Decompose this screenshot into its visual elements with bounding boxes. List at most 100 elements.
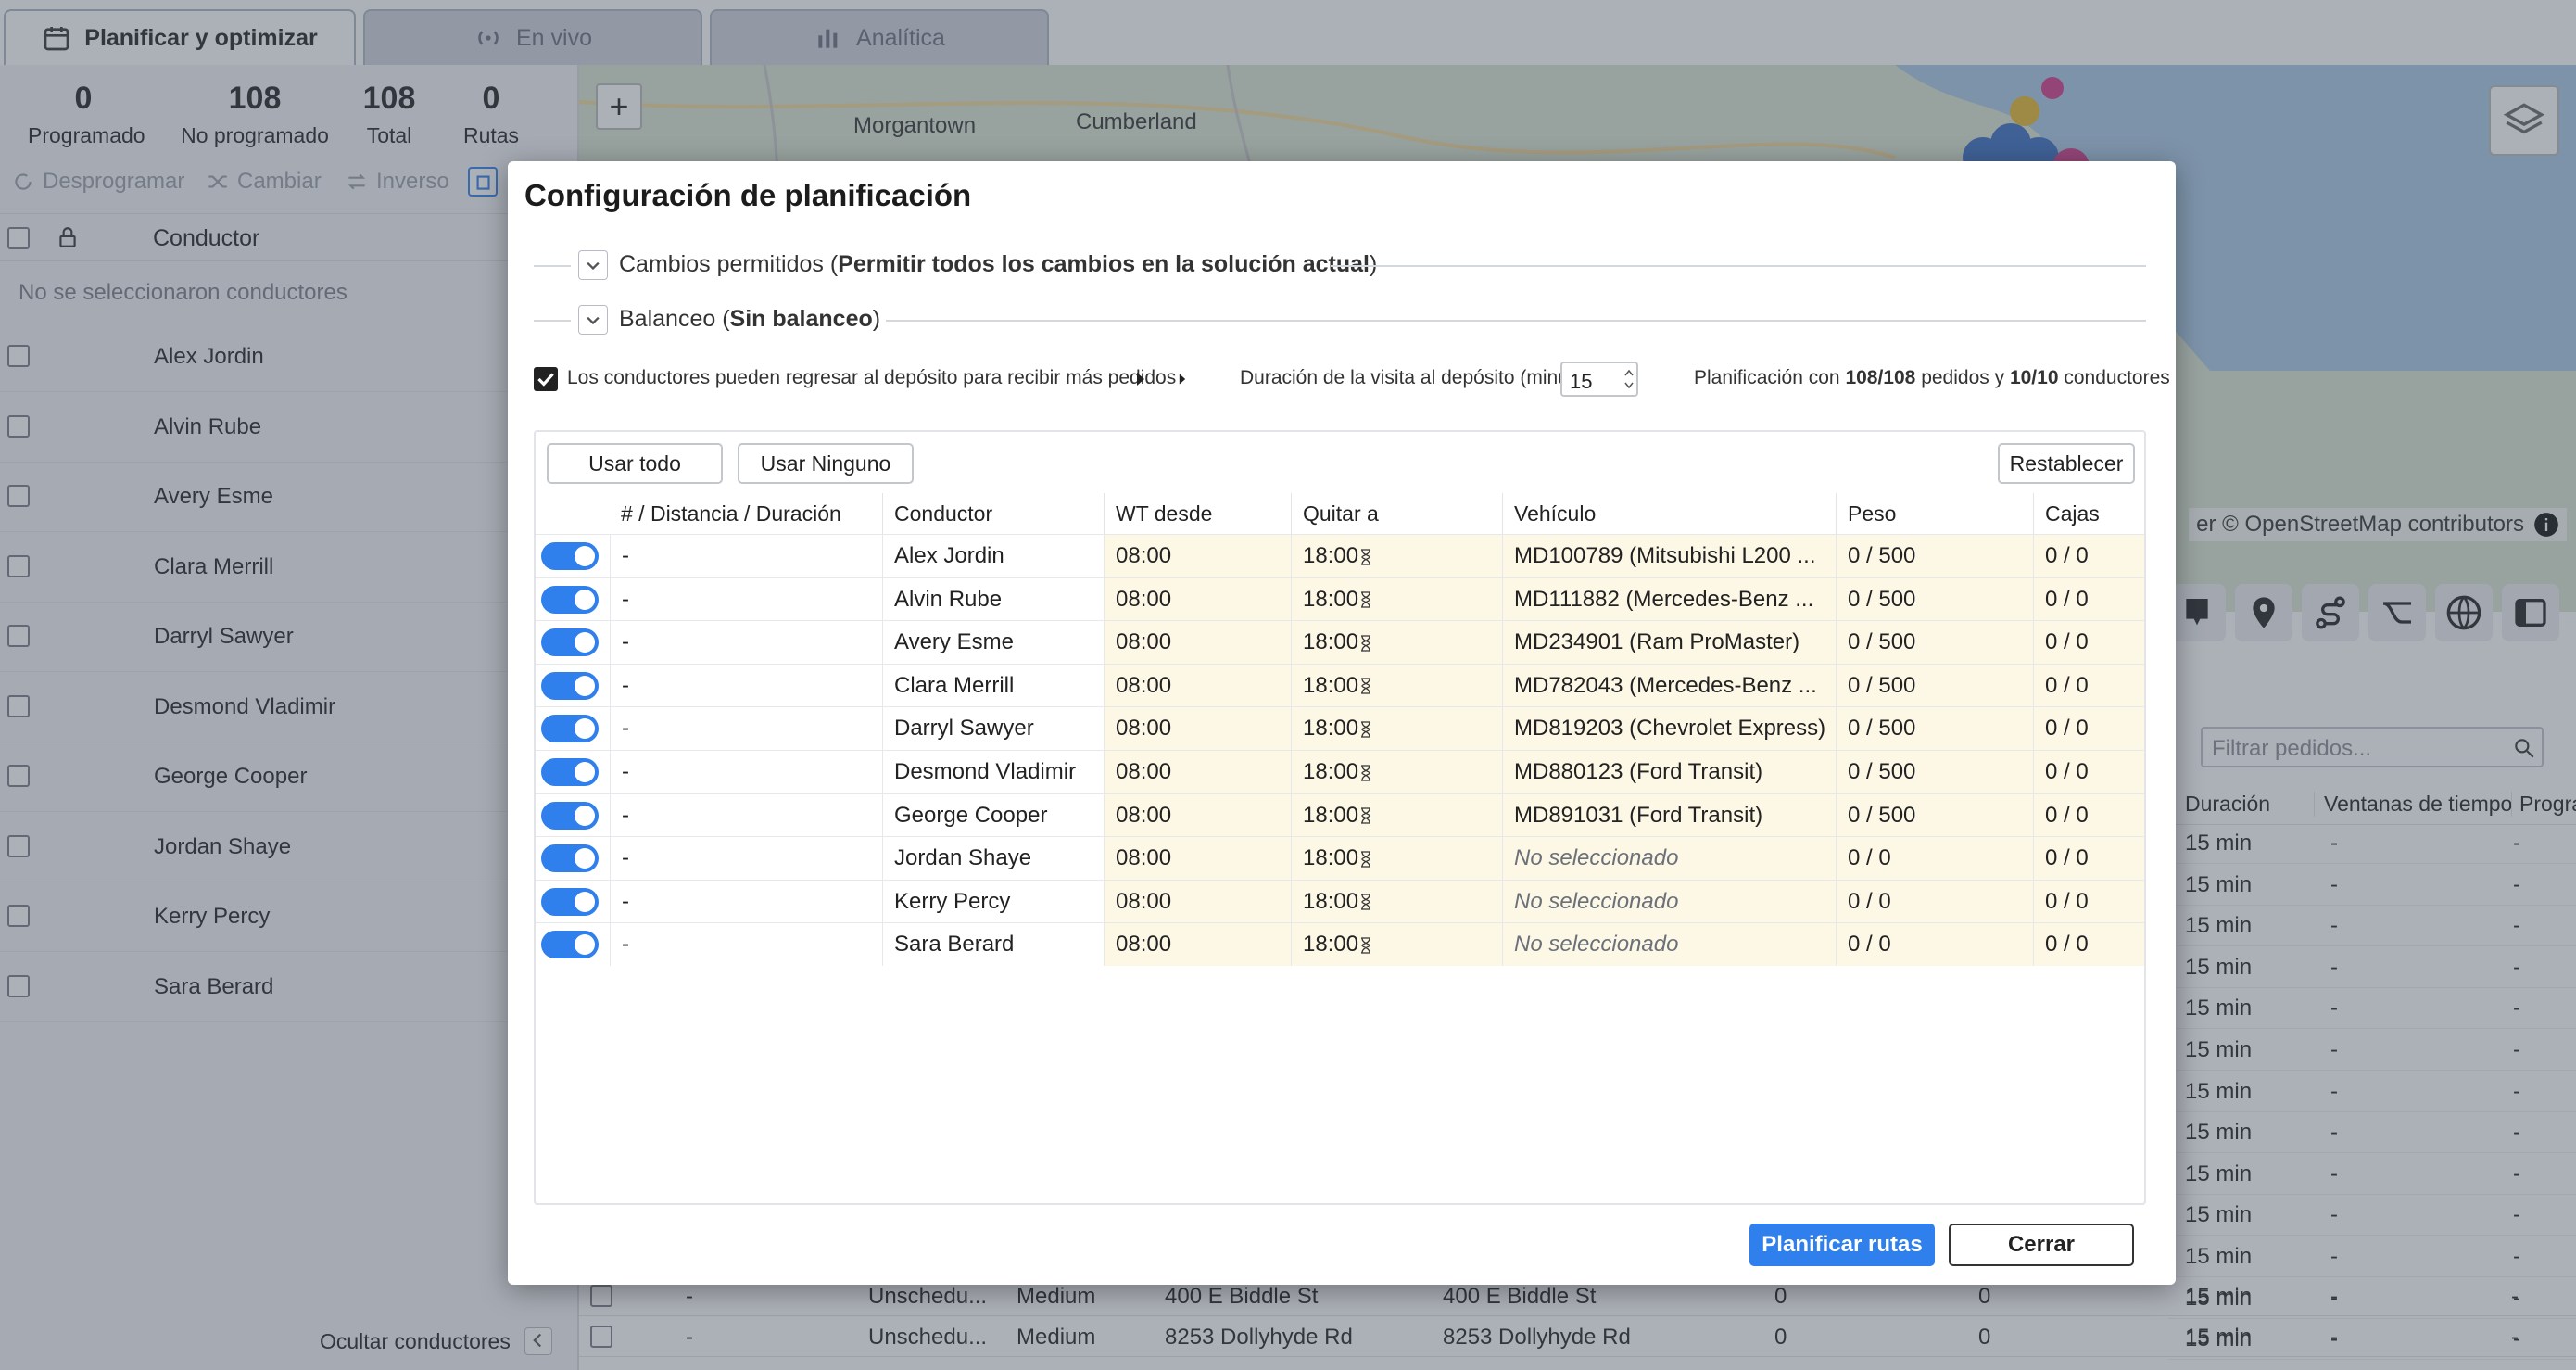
- cell-boxes: 0 / 0: [2033, 535, 2144, 577]
- cell-num: -: [610, 751, 882, 793]
- cell-from[interactable]: 08:00: [1104, 880, 1291, 923]
- plan-routes-button[interactable]: Planificar rutas: [1749, 1224, 1935, 1266]
- cell-from[interactable]: 08:00: [1104, 664, 1291, 707]
- driver-toggle[interactable]: [541, 801, 599, 830]
- cell-from[interactable]: 08:00: [1104, 923, 1291, 967]
- driver-toggle[interactable]: [541, 758, 599, 786]
- cell-vehicle[interactable]: MD111882 (Mercedes-Benz ...: [1502, 577, 1836, 621]
- close-button[interactable]: Cerrar: [1949, 1224, 2134, 1266]
- use-none-button[interactable]: Usar Ninguno: [738, 443, 914, 484]
- table-row[interactable]: - George Cooper 08:00 18:00 MD891031 (Ford T…: [536, 793, 2144, 837]
- divider: [1331, 265, 2146, 267]
- hourglass-icon[interactable]: [1360, 591, 1371, 608]
- cell-vehicle[interactable]: MD891031 (Ford Transit): [1502, 793, 1836, 837]
- hourglass-icon[interactable]: [1360, 765, 1371, 781]
- cell-driver: Clara Merrill: [882, 664, 1104, 707]
- allowed-changes-section[interactable]: Cambios permitidos (Permitir todos los c…: [534, 247, 2146, 284]
- driver-toggle[interactable]: [541, 931, 599, 959]
- depot-return-checkbox[interactable]: [534, 367, 558, 391]
- caret-right-icon[interactable]: [1136, 371, 1145, 387]
- depot-return-label: Los conductores pueden regresar al depós…: [567, 367, 1177, 388]
- cell-to[interactable]: 18:00: [1291, 621, 1502, 665]
- hourglass-icon[interactable]: [1360, 851, 1371, 868]
- hourglass-icon[interactable]: [1360, 678, 1371, 695]
- cell-vehicle[interactable]: MD880123 (Ford Transit): [1502, 751, 1836, 793]
- cell-from[interactable]: 08:00: [1104, 707, 1291, 751]
- cell-driver: Alex Jordin: [882, 535, 1104, 577]
- cell-weight: 0 / 500: [1836, 535, 2033, 577]
- driver-toggle[interactable]: [541, 671, 599, 700]
- reset-button[interactable]: Restablecer: [1998, 443, 2135, 484]
- cell-weight: 0 / 500: [1836, 621, 2033, 665]
- cell-to[interactable]: 18:00: [1291, 707, 1502, 751]
- driver-toggle[interactable]: [541, 628, 599, 657]
- table-row[interactable]: - Sara Berard 08:00 18:00 No seleccionado 0 /…: [536, 922, 2144, 967]
- cell-to[interactable]: 18:00: [1291, 751, 1502, 793]
- hourglass-icon[interactable]: [1360, 807, 1371, 824]
- cell-vehicle[interactable]: MD819203 (Chevrolet Express): [1502, 707, 1836, 751]
- cell-weight: 0 / 500: [1836, 793, 2033, 837]
- table-row[interactable]: - Alvin Rube 08:00 18:00 MD111882 (Mercedes-…: [536, 577, 2144, 621]
- cell-from[interactable]: 08:00: [1104, 577, 1291, 621]
- drivers-table: Usar todo Usar Ninguno Restablecer # / D…: [534, 430, 2146, 1205]
- stepper-icon[interactable]: [1623, 366, 1635, 392]
- table-row[interactable]: - Desmond Vladimir 08:00 18:00 MD880123 (For…: [536, 750, 2144, 793]
- use-all-button[interactable]: Usar todo: [547, 443, 723, 484]
- cell-boxes: 0 / 0: [2033, 837, 2144, 881]
- cell-from[interactable]: 08:00: [1104, 751, 1291, 793]
- balance-section[interactable]: Balanceo (Sin balanceo): [534, 301, 2146, 338]
- driver-toggle[interactable]: [541, 844, 599, 873]
- table-row[interactable]: - Darryl Sawyer 08:00 18:00 MD819203 (Chevro…: [536, 706, 2144, 751]
- driver-toggle[interactable]: [541, 585, 599, 614]
- cell-to[interactable]: 18:00: [1291, 923, 1502, 967]
- hourglass-icon[interactable]: [1360, 635, 1371, 652]
- check-icon: [534, 367, 558, 391]
- table-row[interactable]: - Avery Esme 08:00 18:00 MD234901 (Ram ProMa…: [536, 620, 2144, 665]
- table-row[interactable]: - Kerry Percy 08:00 18:00 No seleccionado 0 /…: [536, 879, 2144, 923]
- divider: [534, 265, 571, 267]
- hourglass-icon[interactable]: [1360, 721, 1371, 738]
- divider: [534, 320, 571, 322]
- cell-num: -: [610, 880, 882, 923]
- cell-boxes: 0 / 0: [2033, 751, 2144, 793]
- cell-vehicle[interactable]: No seleccionado: [1502, 880, 1836, 923]
- table-row[interactable]: - Alex Jordin 08:00 18:00 MD100789 (Mitsubis…: [536, 534, 2144, 577]
- expand-button[interactable]: [578, 305, 608, 335]
- cell-from[interactable]: 08:00: [1104, 793, 1291, 837]
- hourglass-icon[interactable]: [1360, 549, 1371, 565]
- table-row[interactable]: - Clara Merrill 08:00 18:00 MD782043 (Merced…: [536, 663, 2144, 707]
- cell-from[interactable]: 08:00: [1104, 621, 1291, 665]
- driver-toggle[interactable]: [541, 715, 599, 743]
- table-row[interactable]: - Jordan Shaye 08:00 18:00 No seleccionado 0 …: [536, 836, 2144, 881]
- cell-to[interactable]: 18:00: [1291, 793, 1502, 837]
- col-header-vehicle: Vehículo: [1502, 493, 1596, 534]
- cell-driver: Desmond Vladimir: [882, 751, 1104, 793]
- driver-toggle[interactable]: [541, 887, 599, 916]
- cell-vehicle[interactable]: No seleccionado: [1502, 923, 1836, 967]
- hourglass-icon[interactable]: [1360, 937, 1371, 954]
- hourglass-icon[interactable]: [1360, 894, 1371, 911]
- driver-toggle[interactable]: [541, 542, 599, 570]
- cell-vehicle[interactable]: MD100789 (Mitsubishi L200 ...: [1502, 535, 1836, 577]
- expand-button[interactable]: [578, 250, 608, 280]
- col-header-driver: Conductor: [882, 493, 992, 534]
- cell-to[interactable]: 18:00: [1291, 664, 1502, 707]
- col-header-weight: Peso: [1836, 493, 1896, 534]
- visit-duration-input[interactable]: 15: [1560, 362, 1638, 397]
- cell-vehicle[interactable]: MD782043 (Mercedes-Benz ...: [1502, 664, 1836, 707]
- cell-from[interactable]: 08:00: [1104, 837, 1291, 881]
- cell-weight: 0 / 0: [1836, 880, 2033, 923]
- cell-weight: 0 / 500: [1836, 577, 2033, 621]
- col-header-number: # / Distancia / Duración: [621, 501, 841, 526]
- caret-right-icon[interactable]: [1179, 373, 1186, 386]
- cell-to[interactable]: 18:00: [1291, 535, 1502, 577]
- cell-vehicle[interactable]: No seleccionado: [1502, 837, 1836, 881]
- cell-to[interactable]: 18:00: [1291, 577, 1502, 621]
- section-text: Cambios permitidos (Permitir todos los c…: [619, 251, 1378, 277]
- cell-to[interactable]: 18:00: [1291, 837, 1502, 881]
- cell-weight: 0 / 500: [1836, 664, 2033, 707]
- chevron-down-icon: [579, 252, 607, 278]
- cell-from[interactable]: 08:00: [1104, 535, 1291, 577]
- cell-vehicle[interactable]: MD234901 (Ram ProMaster): [1502, 621, 1836, 665]
- cell-to[interactable]: 18:00: [1291, 880, 1502, 923]
